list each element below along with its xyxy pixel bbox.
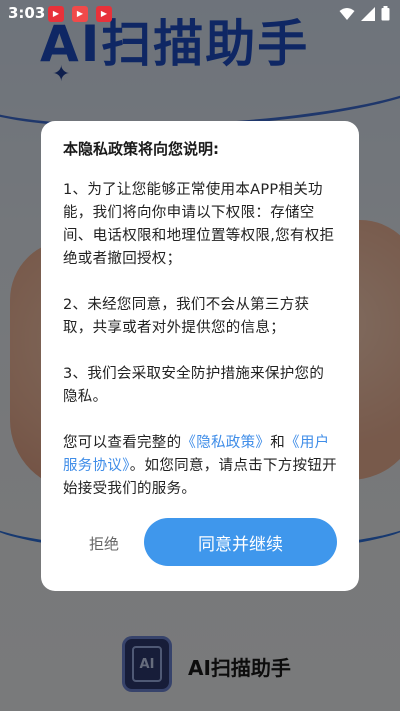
battery-icon: [381, 6, 390, 21]
paragraph-4-and: 和: [270, 435, 286, 451]
signal-icon: [361, 6, 375, 21]
app-notification-icon: ▶: [96, 6, 112, 22]
agree-and-continue-button[interactable]: 同意并继续: [144, 518, 337, 566]
app-notification-icon: ▶: [48, 6, 64, 22]
app-screen: AI扫描助手 ✦ AI AI扫描助手 3:03 ▶ ▶ ▶ 本隐私政策将向您说明…: [0, 0, 400, 711]
app-notification-icon: ▶: [72, 6, 88, 22]
policy-paragraph-1: 1、为了让您能够正常使用本APP相关功能，我们将向你申请以下权限：存储空间、电话…: [63, 182, 335, 267]
policy-paragraph-2: 2、未经您同意，我们不会从第三方获取，共享或者对外提供您的信息；: [63, 297, 310, 336]
paragraph-4-prefix: 您可以查看完整的: [63, 435, 182, 451]
privacy-policy-link[interactable]: 《隐私政策》: [181, 435, 270, 451]
policy-paragraph-3: 3、我们会采取安全防护措施来保护您的隐私。: [63, 366, 325, 405]
status-icons: [339, 6, 390, 21]
dialog-actions: 拒绝 同意并继续: [41, 518, 359, 568]
reject-button[interactable]: 拒绝: [79, 518, 129, 568]
wifi-icon: [339, 7, 355, 20]
status-bar: 3:03 ▶ ▶ ▶: [0, 0, 400, 28]
status-time: 3:03: [8, 4, 46, 22]
privacy-policy-dialog: 本隐私政策将向您说明: 1、为了让您能够正常使用本APP相关功能，我们将向你申请…: [41, 121, 359, 591]
policy-paragraph-4: 您可以查看完整的《隐私政策》和《用户服务协议》。如您同意，请点击下方按钮开始接受…: [63, 432, 337, 501]
dialog-heading: 本隐私政策将向您说明:: [63, 140, 219, 158]
